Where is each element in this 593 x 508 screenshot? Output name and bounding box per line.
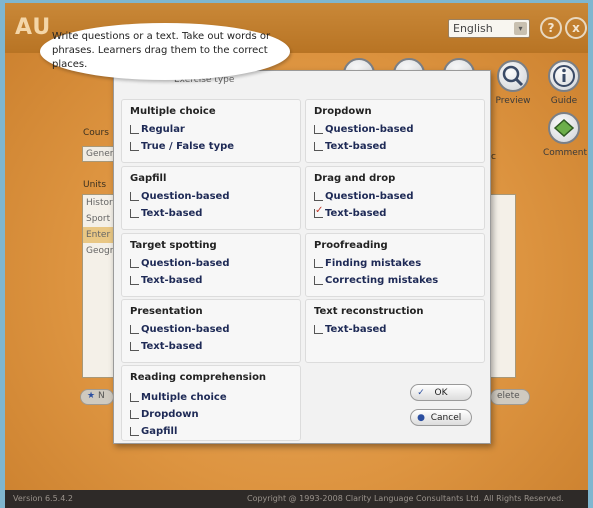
group-title: Reading comprehension: [130, 372, 267, 383]
units-list[interactable]: Histor Sport Enter Geogr: [82, 194, 116, 378]
chevron-down-icon[interactable]: ▾: [514, 22, 527, 35]
checkbox[interactable]: [314, 275, 323, 285]
checkbox[interactable]: [130, 124, 139, 134]
group-title: Gapfill: [130, 173, 167, 184]
option-multiple-choice[interactable]: Multiple choice: [130, 390, 227, 404]
course-field[interactable]: Gener: [82, 146, 116, 162]
option-regular[interactable]: Regular: [130, 122, 185, 136]
group-presentation: Presentation Question-based Text-based: [121, 299, 301, 363]
checkbox[interactable]: [314, 141, 323, 151]
option-text-based[interactable]: Text-based: [314, 322, 386, 336]
group-title: Drag and drop: [314, 173, 396, 184]
unit-item[interactable]: Enter: [83, 227, 115, 243]
checkbox[interactable]: [130, 341, 139, 351]
option-question-based[interactable]: Question-based: [130, 189, 230, 203]
help-icon[interactable]: ?: [540, 17, 562, 39]
option-true-false[interactable]: True / False type: [130, 139, 234, 153]
checkbox[interactable]: [314, 324, 323, 334]
option-question-based[interactable]: Question-based: [314, 189, 414, 203]
cancel-label: Cancel: [430, 412, 462, 423]
checkbox[interactable]: [130, 191, 139, 201]
group-title: Proofreading: [314, 240, 388, 251]
group-title: Target spotting: [130, 240, 217, 251]
option-correcting-mistakes[interactable]: Correcting mistakes: [314, 273, 438, 287]
group-target-spotting: Target spotting Question-based Text-base…: [121, 233, 301, 297]
option-question-based[interactable]: Question-based: [314, 122, 414, 136]
checkbox[interactable]: [130, 324, 139, 334]
units-label: Units: [83, 180, 107, 190]
tooltip-text: Write questions or a text. Take out word…: [52, 31, 271, 70]
group-title: Multiple choice: [130, 106, 216, 117]
group-multiple-choice: Multiple choice Regular True / False typ…: [121, 99, 301, 163]
star-icon: ★: [87, 391, 96, 401]
close-icon[interactable]: x: [565, 17, 587, 39]
language-select[interactable]: English ▾: [448, 19, 530, 38]
right-list: [490, 194, 516, 378]
preview-icon[interactable]: [497, 60, 529, 92]
group-reading-comprehension: Reading comprehension Multiple choice Dr…: [121, 365, 301, 441]
group-text-reconstruction: Text reconstruction Text-based: [305, 299, 485, 363]
group-title: Dropdown: [314, 106, 372, 117]
guide-icon[interactable]: [548, 60, 580, 92]
new-unit-button[interactable]: ★ N: [80, 389, 114, 405]
comment-label: Comment: [542, 148, 588, 158]
checkbox[interactable]: [314, 191, 323, 201]
comment-icon[interactable]: [548, 112, 580, 144]
option-gapfill[interactable]: Gapfill: [130, 424, 177, 438]
checkbox[interactable]: [130, 409, 139, 419]
checkbox[interactable]: [130, 392, 139, 402]
option-text-based[interactable]: Text-based: [130, 206, 202, 220]
version-text: Version 6.5.4.2: [13, 494, 73, 503]
group-gapfill: Gapfill Question-based Text-based: [121, 166, 301, 230]
check-icon: ✓: [417, 388, 425, 398]
guide-label: Guide: [550, 96, 578, 106]
course-label: Cours: [83, 128, 109, 138]
app-logo: AU: [15, 15, 52, 40]
option-text-based[interactable]: Text-based: [130, 273, 202, 287]
checkbox[interactable]: [130, 275, 139, 285]
copyright-text: Copyright @ 1993-2008 Clarity Language C…: [247, 494, 564, 503]
group-proofreading: Proofreading Finding mistakes Correcting…: [305, 233, 485, 297]
language-value: English: [453, 22, 493, 35]
exercise-type-dialog: Exercise type Multiple choice Regular Tr…: [113, 70, 491, 444]
preview-label: Preview: [495, 96, 531, 106]
ok-button[interactable]: ✓ OK: [410, 384, 472, 401]
checkbox-checked[interactable]: [314, 205, 323, 218]
option-question-based[interactable]: Question-based: [130, 256, 230, 270]
side-char: c: [491, 152, 496, 162]
new-label: N: [97, 391, 105, 401]
option-finding-mistakes[interactable]: Finding mistakes: [314, 256, 421, 270]
option-text-based[interactable]: Text-based: [130, 339, 202, 353]
option-question-based[interactable]: Question-based: [130, 322, 230, 336]
group-drag-and-drop: Drag and drop Question-based Text-based: [305, 166, 485, 230]
ok-label: OK: [434, 387, 448, 398]
checkbox[interactable]: [130, 208, 139, 218]
checkbox[interactable]: [130, 426, 139, 436]
checkbox[interactable]: [130, 141, 139, 151]
unit-item[interactable]: Histor: [83, 195, 115, 211]
option-text-based[interactable]: Text-based: [314, 139, 386, 153]
group-title: Presentation: [130, 306, 203, 317]
dot-icon: ●: [417, 413, 425, 423]
checkbox[interactable]: [314, 258, 323, 268]
unit-item[interactable]: Geogr: [83, 243, 115, 259]
group-title: Text reconstruction: [314, 306, 424, 317]
option-text-based[interactable]: Text-based: [314, 205, 386, 220]
status-bar: Version 6.5.4.2 Copyright @ 1993-2008 Cl…: [5, 490, 588, 508]
unit-item[interactable]: Sport: [83, 211, 115, 227]
checkbox[interactable]: [314, 124, 323, 134]
cancel-button[interactable]: ● Cancel: [410, 409, 472, 426]
delete-button[interactable]: elete: [490, 389, 530, 405]
checkbox[interactable]: [130, 258, 139, 268]
group-dropdown: Dropdown Question-based Text-based: [305, 99, 485, 163]
option-dropdown[interactable]: Dropdown: [130, 407, 199, 421]
